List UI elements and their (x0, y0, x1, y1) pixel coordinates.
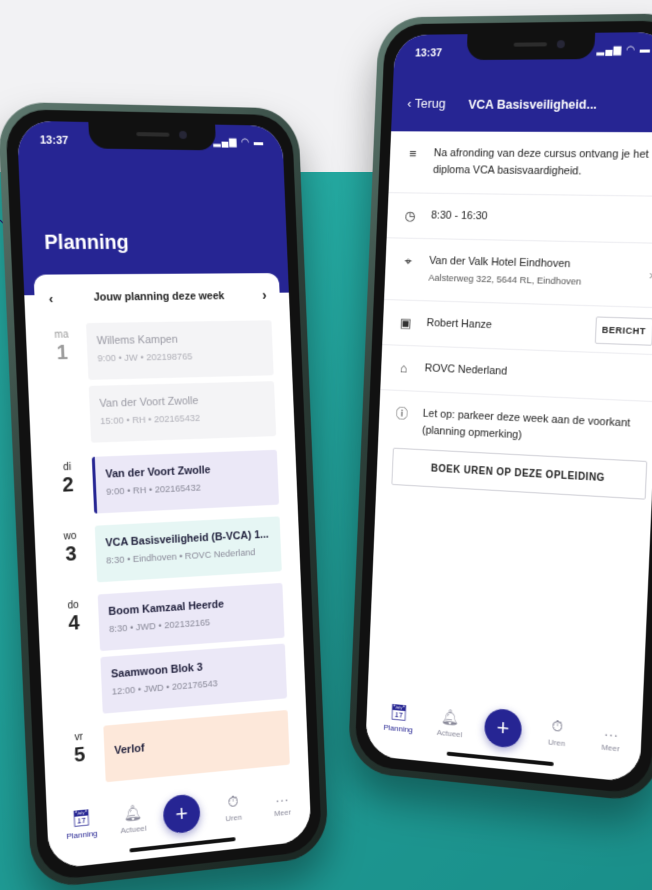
contact-name: Robert Hanze (426, 317, 492, 331)
day-number: 2 (54, 474, 81, 499)
planning-item[interactable]: VCA Basisveiligheid (B-VCA) 1... 8:30 • … (95, 516, 282, 582)
back-label: Terug (414, 96, 446, 111)
tab-label: Uren (225, 813, 242, 824)
day-name: di (54, 461, 81, 473)
tab-planning[interactable]: 📅︎ Planning (370, 701, 428, 736)
tab-label: Meer (274, 808, 291, 819)
phone-bezel: 13:37 ▂▄▆ ◠ ▬ ‹ Terug VCA Basisveilighei… (354, 20, 652, 795)
more-icon: … (253, 786, 310, 808)
day-number: 4 (60, 611, 87, 636)
day-name: wo (57, 530, 84, 543)
clock-icon: ◷ (402, 207, 418, 224)
tab-meer[interactable]: … Meer (253, 786, 310, 820)
info-alert-icon: ⓘ (394, 404, 410, 421)
bell-icon: 🔔︎ (421, 706, 479, 729)
tab-label: Uren (548, 737, 566, 748)
tab-uren[interactable]: ⏱︎ Uren (527, 716, 588, 751)
badge-icon: ▣ (398, 314, 414, 331)
planning-item[interactable]: Boom Kamzaal Heerde 8:30 • JWD • 2021321… (98, 583, 285, 651)
planning-item[interactable]: Willems Kampen 9:00 • JW • 202198765 (86, 320, 274, 380)
add-button[interactable]: + (484, 708, 523, 749)
day-number: 1 (49, 342, 76, 366)
day-name: ma (48, 329, 75, 341)
description-text: Na afronding van deze cursus ontvang je … (433, 147, 649, 177)
event-meta: 15:00 • RH • 202165432 (100, 411, 266, 427)
detail-list: ≡ Na afronding van deze cursus ontvang j… (378, 131, 652, 465)
day-label: wo 3 (57, 530, 85, 567)
bell-icon: 🔔︎ (103, 801, 163, 825)
tab-label: Planning (66, 829, 98, 841)
status-time: 13:37 (40, 134, 69, 147)
day-label: vr 5 (66, 731, 94, 769)
planning-item[interactable]: Verlof (103, 710, 290, 782)
back-button[interactable]: ‹ Terug (407, 96, 446, 111)
graduation-cap-icon: ⌂ (396, 359, 412, 376)
tab-label: Planning (383, 723, 413, 735)
day-number: 5 (66, 743, 93, 769)
day-name: do (60, 599, 87, 612)
phone-detail: 13:37 ▂▄▆ ◠ ▬ ‹ Terug VCA Basisveilighei… (348, 13, 652, 803)
tab-label: Actueel (120, 824, 147, 836)
more-icon: … (581, 720, 642, 743)
tab-bar: 📅︎ Planning 🔔︎ Actueel + ⏱︎ Uren … Meer (365, 687, 642, 783)
page-title: VCA Basisveiligheid... (468, 98, 616, 112)
signal-wifi-battery-icon: ▂▄▆ ◠ ▬ (596, 44, 651, 56)
day-thursday: do 4 Boom Kamzaal Heerde 8:30 • JWD • 20… (48, 582, 292, 597)
planning-item[interactable]: Van der Voort Zwolle 9:00 • RH • 2021654… (92, 450, 279, 514)
tab-actueel[interactable]: 🔔︎ Actueel (421, 706, 480, 741)
notes-icon: ≡ (405, 145, 421, 162)
calendar-icon: 📅︎ (370, 701, 427, 724)
location-pin-icon: ⌖ (400, 252, 416, 269)
organization-name: ROVC Nederland (424, 362, 507, 377)
page-title: Planning (44, 232, 129, 256)
day-tuesday: di 2 Van der Voort Zwolle 9:00 • RH • 20… (42, 449, 287, 458)
phone-bezel: 13:37 ▂▄▆ ◠ ▬ Planning ‹ Jouw planning d… (5, 109, 322, 882)
notch (466, 33, 595, 60)
planning-screen: 13:37 ▂▄▆ ◠ ▬ Planning ‹ Jouw planning d… (17, 121, 312, 870)
chevron-right-icon: › (649, 266, 652, 283)
day-label: ma 1 (48, 329, 76, 365)
notch (88, 122, 216, 150)
day-friday: vr 5 Verlof (53, 709, 297, 730)
detail-description: ≡ Na afronding van deze cursus ontvang j… (389, 131, 652, 196)
detail-screen: 13:37 ▂▄▆ ◠ ▬ ‹ Terug VCA Basisveilighei… (365, 32, 652, 783)
day-label: di 2 (54, 461, 82, 498)
event-meta: 9:00 • JW • 202198765 (97, 350, 263, 365)
message-button[interactable]: BERICHT (594, 316, 652, 345)
add-button[interactable]: + (163, 793, 201, 835)
event-meta: 8:30 • Eindhoven • ROVC Nederland (106, 546, 272, 566)
status-time: 13:37 (415, 47, 442, 59)
event-title: Van der Voort Zwolle (105, 462, 268, 481)
time-text: 8:30 - 16:30 (431, 210, 488, 223)
planning-item[interactable]: Van der Voort Zwolle 15:00 • RH • 202165… (89, 381, 276, 443)
stopwatch-icon: ⏱︎ (527, 716, 587, 739)
detail-time: ◷ 8:30 - 16:30 (387, 193, 652, 244)
day-wednesday: wo 3 VCA Basisveiligheid (B-VCA) 1... 8:… (45, 516, 289, 528)
day-number: 3 (57, 543, 84, 568)
detail-location[interactable]: ⌖ Van der Valk Hotel Eindhoven Aalsterwe… (384, 238, 652, 308)
tab-meer[interactable]: … Meer (580, 720, 642, 755)
tab-actueel[interactable]: 🔔︎ Actueel (103, 801, 163, 837)
week-nav: ‹ Jouw planning deze week › (34, 287, 280, 310)
day-monday: ma 1 Willems Kampen 9:00 • JW • 20219876… (36, 320, 281, 324)
chevron-left-icon: ‹ (407, 96, 412, 111)
tab-label: Meer (601, 743, 620, 754)
planning-item[interactable]: Saamwoon Blok 3 12:00 • JWD • 202176543 (100, 644, 287, 714)
signal-wifi-battery-icon: ▂▄▆ ◠ ▬ (213, 136, 264, 148)
note-text: Let op: parkeer deze week aan de voorkan… (422, 408, 631, 442)
week-card: ‹ Jouw planning deze week › ma 1 Willems… (34, 273, 300, 805)
event-title: Willems Kampen (97, 332, 264, 347)
day-label: do 4 (60, 599, 88, 636)
phone-planning: 13:37 ▂▄▆ ◠ ▬ Planning ‹ Jouw planning d… (0, 102, 329, 890)
event-title: Van der Voort Zwolle (99, 393, 265, 410)
tab-label: Actueel (437, 728, 463, 739)
event-title: Verlof (114, 730, 279, 757)
week-label: Jouw planning deze week (34, 290, 280, 305)
event-title: VCA Basisveiligheid (B-VCA) 1... (105, 529, 271, 550)
event-meta: 9:00 • RH • 202165432 (106, 480, 269, 498)
next-week-chevron-icon[interactable]: › (262, 287, 267, 303)
